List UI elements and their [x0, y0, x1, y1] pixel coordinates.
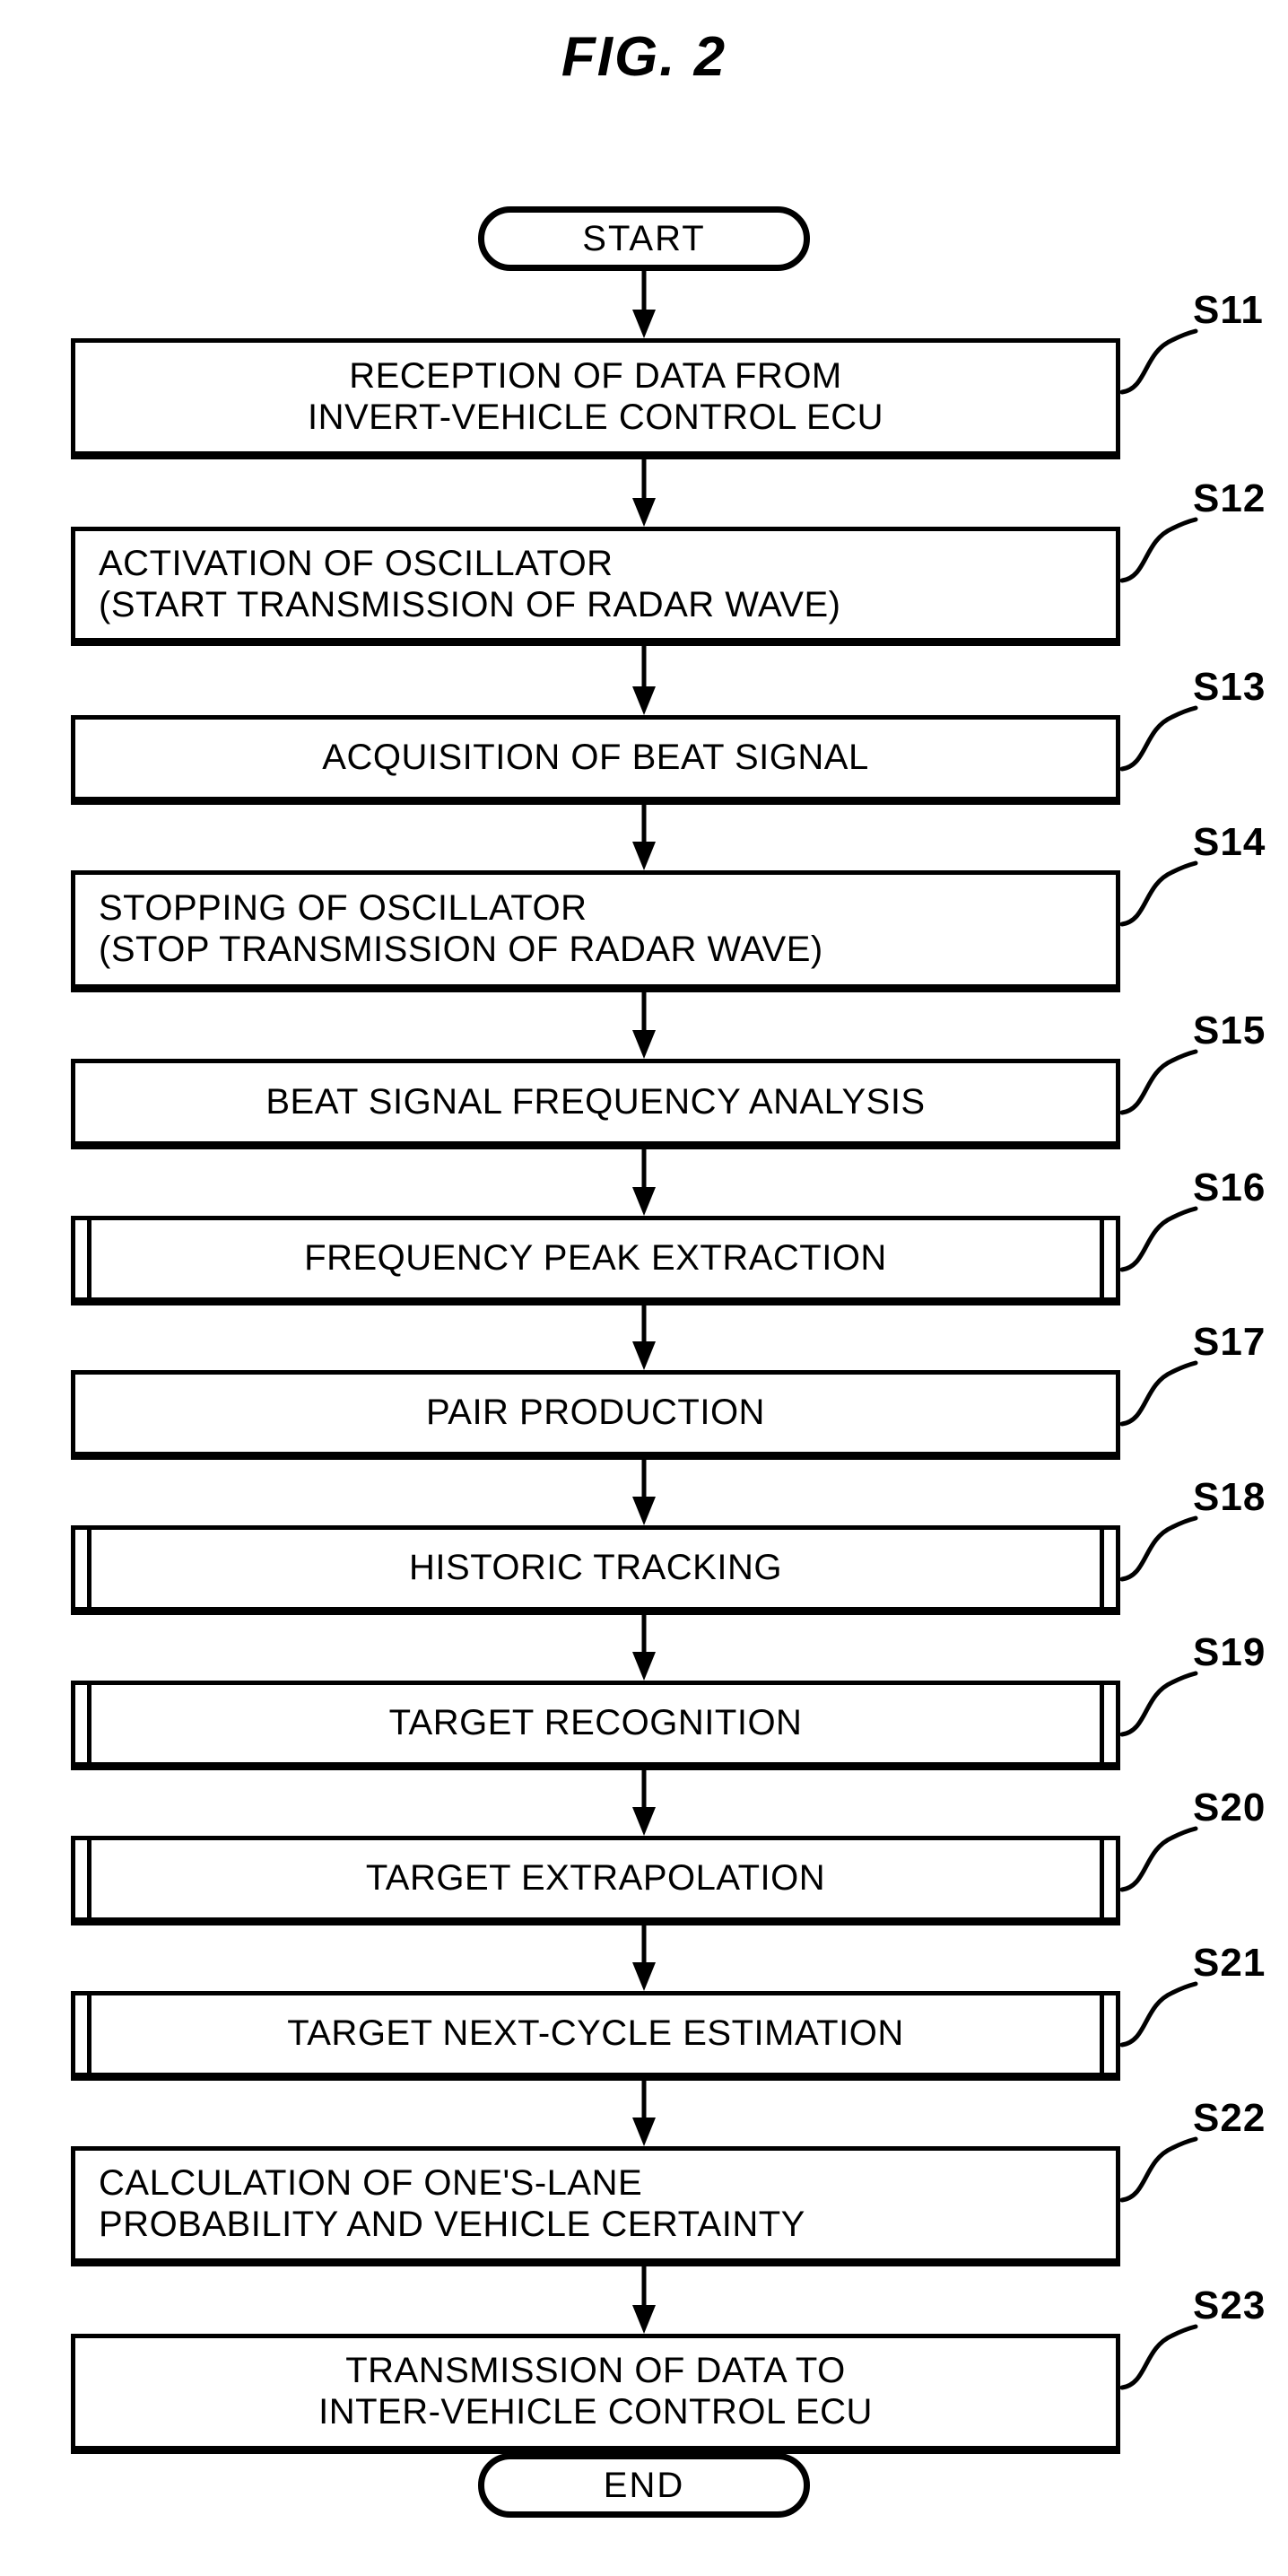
- flow-arrow-stem: [641, 2081, 647, 2118]
- flow-arrow: [626, 459, 662, 527]
- step-reference-s20: S20: [1193, 1786, 1266, 1829]
- flow-arrow-head-icon: [632, 1962, 656, 1991]
- figure-root: FIG. 2 START RECEPTION OF DATA FROM INVE…: [0, 0, 1288, 2576]
- process-box-s15: BEAT SIGNAL FREQUENCY ANALYSIS: [71, 1059, 1120, 1149]
- step-reference-s18: S18: [1193, 1475, 1266, 1519]
- end-terminator-label: END: [603, 2466, 685, 2505]
- flow-arrow-stem: [641, 1615, 647, 1652]
- process-box-s21: TARGET NEXT-CYCLE ESTIMATION: [71, 1991, 1120, 2081]
- flow-arrow-head-icon: [632, 1807, 656, 1836]
- leader-line-s22: [1117, 2107, 1198, 2205]
- flow-arrow-stem: [641, 1305, 647, 1341]
- flow-arrow-head-icon: [632, 2305, 656, 2334]
- start-terminator: START: [478, 206, 810, 271]
- leader-line-s21: [1117, 1952, 1198, 2050]
- process-box-label: BEAT SIGNAL FREQUENCY ANALYSIS: [265, 1081, 926, 1122]
- process-box-label: FREQUENCY PEAK EXTRACTION: [304, 1238, 887, 1279]
- flow-arrow: [626, 1149, 662, 1216]
- process-box-s16: FREQUENCY PEAK EXTRACTION: [71, 1216, 1120, 1305]
- process-box-label: PAIR PRODUCTION: [426, 1393, 765, 1433]
- process-box-s19: TARGET RECOGNITION: [71, 1681, 1120, 1770]
- leader-line-s23: [1117, 2294, 1198, 2393]
- process-box-s13: ACQUISITION OF BEAT SIGNAL: [71, 715, 1120, 805]
- step-reference-s13: S13: [1193, 665, 1266, 709]
- flow-arrow-stem: [641, 646, 647, 686]
- flow-arrow-stem: [641, 459, 647, 498]
- process-box-label: TARGET EXTRAPOLATION: [365, 1858, 826, 1899]
- start-terminator-label: START: [582, 219, 706, 258]
- step-reference-s22: S22: [1193, 2096, 1266, 2140]
- figure-title: FIG. 2: [561, 26, 727, 88]
- flow-arrow: [626, 271, 662, 338]
- flow-arrow-stem: [641, 992, 647, 1030]
- flow-arrow-head-icon: [632, 310, 656, 338]
- flow-arrow: [626, 2081, 662, 2146]
- flow-arrow-stem: [641, 1925, 647, 1962]
- leader-line-s14: [1117, 831, 1198, 930]
- flow-arrow-head-icon: [632, 1652, 656, 1681]
- process-box-label: HISTORIC TRACKING: [409, 1548, 782, 1588]
- flow-arrow-head-icon: [632, 1030, 656, 1059]
- flow-arrow-stem: [641, 1770, 647, 1807]
- leader-line-s11: [1117, 299, 1198, 397]
- process-box-label: ACTIVATION OF OSCILLATOR (START TRANSMIS…: [99, 543, 841, 624]
- step-reference-s14: S14: [1193, 820, 1266, 864]
- leader-line-s19: [1117, 1641, 1198, 1740]
- process-box-s23: TRANSMISSION OF DATA TO INTER-VEHICLE CO…: [71, 2334, 1120, 2454]
- flow-arrow-head-icon: [632, 1497, 656, 1525]
- flow-arrow-stem: [641, 805, 647, 842]
- step-reference-s11: S11: [1193, 288, 1264, 332]
- flow-arrow-stem: [641, 271, 647, 310]
- step-reference-s17: S17: [1193, 1320, 1266, 1364]
- flow-arrow-head-icon: [632, 842, 656, 870]
- leader-line-s15: [1117, 1019, 1198, 1118]
- flow-arrow-head-icon: [632, 1341, 656, 1370]
- flow-arrow-stem: [641, 1460, 647, 1497]
- leader-line-s13: [1117, 676, 1198, 774]
- flow-arrow-stem: [641, 2266, 647, 2305]
- process-box-label: CALCULATION OF ONE'S-LANE PROBABILITY AN…: [99, 2163, 805, 2244]
- leader-line-s20: [1117, 1796, 1198, 1895]
- process-box-s12: ACTIVATION OF OSCILLATOR (START TRANSMIS…: [71, 527, 1120, 646]
- process-box-s22: CALCULATION OF ONE'S-LANE PROBABILITY AN…: [71, 2146, 1120, 2266]
- step-reference-s15: S15: [1193, 1009, 1266, 1052]
- process-box-s14: STOPPING OF OSCILLATOR (STOP TRANSMISSIO…: [71, 870, 1120, 992]
- flow-arrow-head-icon: [632, 498, 656, 527]
- flow-arrow: [626, 2266, 662, 2334]
- flow-arrow-stem: [641, 1149, 647, 1187]
- process-box-label: TARGET RECOGNITION: [388, 1703, 803, 1743]
- process-box-label: STOPPING OF OSCILLATOR (STOP TRANSMISSIO…: [99, 888, 823, 969]
- leader-line-s17: [1117, 1331, 1198, 1429]
- process-box-label: TARGET NEXT-CYCLE ESTIMATION: [287, 2013, 904, 2054]
- step-reference-s23: S23: [1193, 2283, 1266, 2327]
- process-box-s20: TARGET EXTRAPOLATION: [71, 1836, 1120, 1925]
- flow-arrow: [626, 1615, 662, 1681]
- step-reference-s12: S12: [1193, 476, 1266, 520]
- flow-arrow-head-icon: [632, 1187, 656, 1216]
- flow-arrow-head-icon: [632, 2118, 656, 2146]
- flow-arrow-head-icon: [632, 686, 656, 715]
- process-box-label: ACQUISITION OF BEAT SIGNAL: [322, 738, 869, 778]
- flow-arrow: [626, 1770, 662, 1836]
- flow-arrow: [626, 1460, 662, 1525]
- step-reference-s16: S16: [1193, 1166, 1266, 1209]
- flow-arrow: [626, 992, 662, 1059]
- flow-arrow: [626, 1305, 662, 1370]
- leader-line-s12: [1117, 487, 1198, 586]
- flow-arrow: [626, 1925, 662, 1991]
- end-terminator: END: [478, 2453, 810, 2518]
- process-box-label: RECEPTION OF DATA FROM INVERT-VEHICLE CO…: [307, 355, 883, 437]
- step-reference-s21: S21: [1193, 1941, 1266, 1985]
- leader-line-s16: [1117, 1176, 1198, 1275]
- process-box-s18: HISTORIC TRACKING: [71, 1525, 1120, 1615]
- flow-arrow: [626, 805, 662, 870]
- process-box-s11: RECEPTION OF DATA FROM INVERT-VEHICLE CO…: [71, 338, 1120, 459]
- step-reference-s19: S19: [1193, 1630, 1266, 1674]
- process-box-label: TRANSMISSION OF DATA TO INTER-VEHICLE CO…: [318, 2351, 873, 2432]
- flow-arrow: [626, 646, 662, 715]
- leader-line-s18: [1117, 1486, 1198, 1585]
- process-box-s17: PAIR PRODUCTION: [71, 1370, 1120, 1460]
